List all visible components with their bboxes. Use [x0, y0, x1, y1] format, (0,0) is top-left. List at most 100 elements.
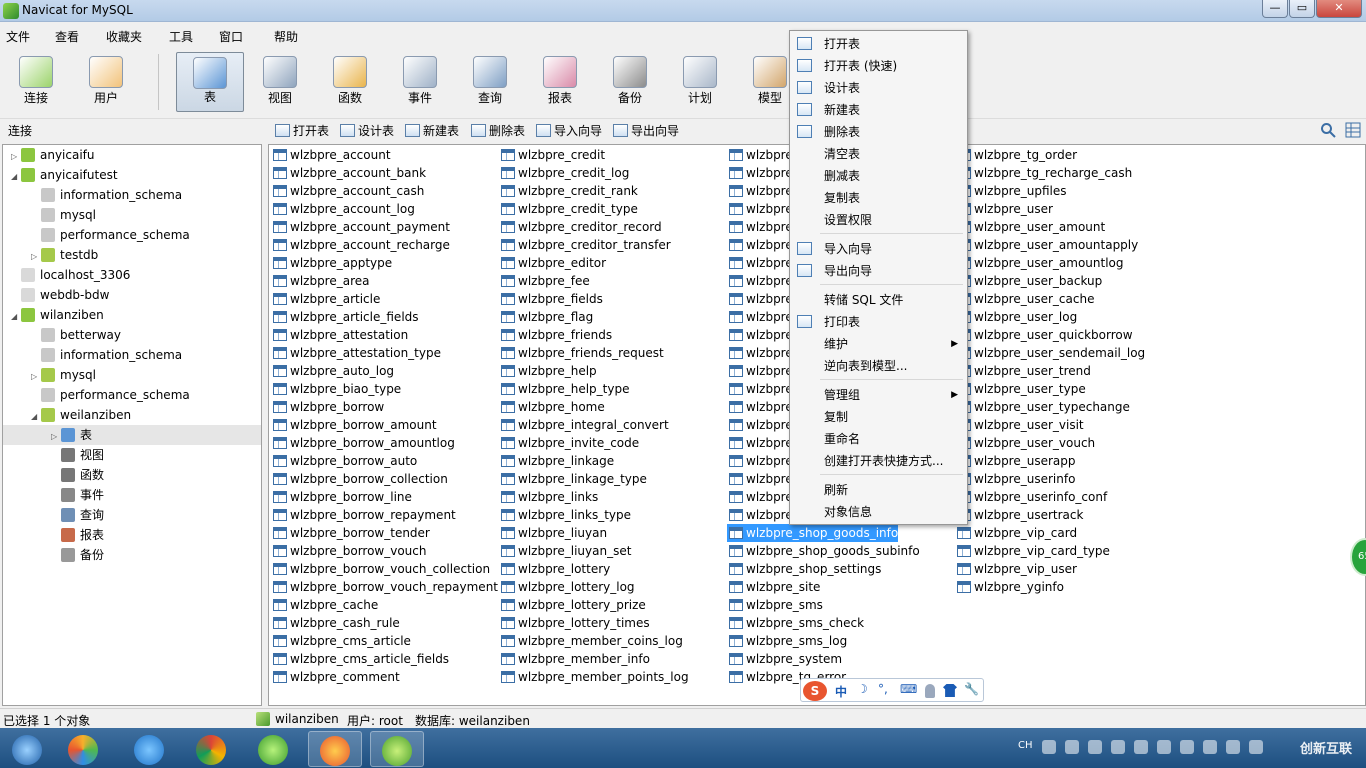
taskbar-app-button[interactable]	[0, 731, 54, 767]
table-item[interactable]: wlzbpre_account_log	[271, 200, 415, 218]
tree-node[interactable]: 视图	[51, 445, 104, 465]
skin-shirt-icon[interactable]	[943, 684, 957, 697]
menu-favorites[interactable]: 收藏夹	[106, 28, 142, 45]
context-menu-item[interactable]: 复制	[793, 406, 964, 428]
taskbar-app-button[interactable]	[370, 731, 424, 767]
table-item[interactable]: wlzbpre	[727, 398, 793, 416]
table-item[interactable]: wlzbpre_user_backup	[955, 272, 1102, 290]
table-item[interactable]: wlzbpre_account_bank	[271, 164, 426, 182]
volume-muted-icon[interactable]	[1249, 740, 1263, 754]
table-item[interactable]: wlzbpre_member_coins_log	[499, 632, 683, 650]
taskbar-app-button[interactable]	[56, 731, 110, 767]
table-item[interactable]: wlzbpre	[727, 218, 793, 236]
table-item[interactable]: wlzbpre_article_fields	[271, 308, 419, 326]
table-item[interactable]: wlzbpre_flag	[499, 308, 593, 326]
tree-node[interactable]: ◢ anyicaifutest	[11, 165, 118, 185]
table-item[interactable]: wlzbpre_user_quickborrow	[955, 326, 1133, 344]
table-item[interactable]: wlzbpre_user_amountapply	[955, 236, 1138, 254]
toolbar-user-button[interactable]: 用户	[72, 52, 140, 112]
context-menu-item[interactable]: 导出向导	[793, 260, 964, 282]
table-item[interactable]: wlzbpre_liuyan	[499, 524, 607, 542]
toolbar-report-button[interactable]: 报表	[526, 52, 594, 112]
tree-node[interactable]: 报表	[51, 525, 104, 545]
table-item[interactable]: wlzbpre	[727, 434, 793, 452]
tree-node[interactable]: performance_schema	[31, 225, 190, 245]
context-menu-item[interactable]: 刷新	[793, 479, 964, 501]
moon-icon[interactable]: ☽	[857, 682, 868, 696]
table-item[interactable]: wlzbpre_upfiles	[955, 182, 1066, 200]
context-menu-item[interactable]: 维护 ▶	[793, 333, 964, 355]
table-item[interactable]: wlzbpre_user_amountlog	[955, 254, 1124, 272]
open-table-button[interactable]: 打开表	[274, 122, 329, 140]
table-item[interactable]: wlzbpre_auto_log	[271, 362, 394, 380]
context-menu-item[interactable]: 转储 SQL 文件	[793, 289, 964, 311]
ime-icon[interactable]	[1065, 740, 1079, 754]
import-wizard-button[interactable]: 导入向导	[535, 122, 602, 140]
360-guard-icon[interactable]	[1134, 740, 1148, 754]
menu-tools[interactable]: 工具	[169, 28, 193, 45]
qq-icon[interactable]	[1111, 740, 1125, 754]
context-menu-item[interactable]: 删减表	[793, 165, 964, 187]
table-item[interactable]: wlzbpre_borrow_vouch_repayment	[271, 578, 498, 596]
context-menu-item[interactable]: 打开表 (快速)	[793, 55, 964, 77]
table-item[interactable]: wlzbpre_borrow_tender	[271, 524, 430, 542]
table-item[interactable]: wlzbpre_member_points_log	[499, 668, 689, 686]
tree-expander-icon[interactable]: ▷	[11, 147, 21, 167]
minimize-button[interactable]: —	[1262, 0, 1288, 18]
context-menu-item[interactable]: 重命名	[793, 428, 964, 450]
taskbar-app-button[interactable]	[184, 731, 238, 767]
table-item[interactable]: wlzbpre_borrow_vouch_collection	[271, 560, 490, 578]
tree-node[interactable]: performance_schema	[31, 385, 190, 405]
tree-node[interactable]: ▷ 表	[3, 425, 261, 445]
tree-node[interactable]: webdb-bdw	[11, 285, 109, 305]
help-icon[interactable]	[1042, 740, 1056, 754]
menu-window[interactable]: 窗口	[219, 28, 243, 45]
export-wizard-button[interactable]: 导出向导	[612, 122, 679, 140]
context-menu-item[interactable]: 打印表	[793, 311, 964, 333]
table-item[interactable]: wlzbpre_system	[727, 650, 842, 668]
context-menu-item[interactable]: 管理组 ▶	[793, 384, 964, 406]
table-item[interactable]: wlzbpre_user_vouch	[955, 434, 1095, 452]
tree-expander-icon[interactable]: ◢	[31, 407, 41, 427]
table-item[interactable]: wlzbpre_cms_article	[271, 632, 411, 650]
table-item[interactable]: wlzbpre_borrow_amountlog	[271, 434, 455, 452]
ime-lang-toggle[interactable]: 中	[835, 683, 847, 700]
table-item[interactable]: wlzbpre_sms_log	[727, 632, 847, 650]
table-item[interactable]: wlzbpre_liuyan_set	[499, 542, 631, 560]
toolbar-table-button[interactable]: 表	[176, 52, 244, 112]
table-item[interactable]: wlzbpre_biao_type	[271, 380, 401, 398]
table-item[interactable]: wlzbpre	[727, 326, 793, 344]
table-item[interactable]: wlzbpre_user_trend	[955, 362, 1091, 380]
table-item[interactable]: wlzbpre_friends_request	[499, 344, 664, 362]
table-item[interactable]: wlzbpre_sms	[727, 596, 823, 614]
table-item[interactable]: wlzbpre_attestation_type	[271, 344, 441, 362]
table-item[interactable]: wlzbpre_apptype	[271, 254, 392, 272]
table-item[interactable]: wlzbpre_borrow	[271, 398, 384, 416]
table-item[interactable]: wlzbpre_credit_type	[499, 200, 638, 218]
table-item[interactable]: wlzbpre_lottery	[499, 560, 610, 578]
table-item[interactable]: wlzbpre_credit	[499, 146, 605, 164]
table-item[interactable]: wlzbpre_user_amount	[955, 218, 1105, 236]
connection-tree[interactable]: ▷ anyicaifu ◢ anyicaifutest information_sche…	[2, 144, 262, 706]
table-item[interactable]: wlzbpre_user_sendemail_log	[955, 344, 1145, 362]
network-icon[interactable]	[1203, 740, 1217, 754]
table-item[interactable]: wlzbpre_user_cache	[955, 290, 1094, 308]
table-item[interactable]: wlzbpre_shop_goods_subinfo	[727, 542, 920, 560]
table-item[interactable]: wlzbpre	[727, 506, 793, 524]
toolbar-query-button[interactable]: 查询	[456, 52, 524, 112]
tree-node[interactable]: betterway	[31, 325, 121, 345]
table-item[interactable]: wlzbpre	[727, 380, 793, 398]
security-icon[interactable]	[1157, 740, 1171, 754]
toolbar-view-button[interactable]: 视图	[246, 52, 314, 112]
table-item[interactable]: wlzbpre_tg_order	[955, 146, 1077, 164]
table-item[interactable]: wlzbpre	[727, 236, 793, 254]
tree-node[interactable]: information_schema	[31, 345, 182, 365]
table-item[interactable]: wlzbpre_lottery_times	[499, 614, 650, 632]
table-item[interactable]: wlzbpre_account_cash	[271, 182, 424, 200]
table-item[interactable]: wlzbpre_account	[271, 146, 391, 164]
table-item[interactable]: wlzbpre_article	[271, 290, 380, 308]
context-menu-item[interactable]: 打开表	[793, 33, 964, 55]
context-menu-item[interactable]: 创建打开表快捷方式...	[793, 450, 964, 472]
table-item[interactable]: wlzbpre_help_type	[499, 380, 629, 398]
table-item[interactable]: wlzbpre_borrow_auto	[271, 452, 417, 470]
